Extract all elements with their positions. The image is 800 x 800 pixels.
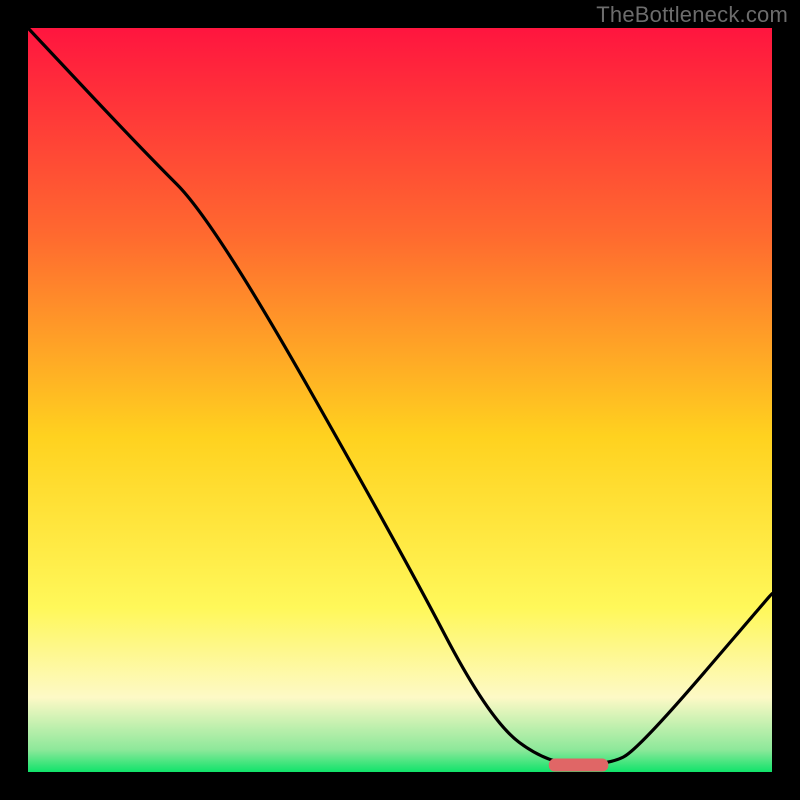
plot-area <box>28 28 772 772</box>
chart-frame: TheBottleneck.com <box>0 0 800 800</box>
gradient-background <box>28 28 772 772</box>
optimal-range-marker <box>549 759 609 772</box>
watermark-text: TheBottleneck.com <box>596 2 788 28</box>
chart-svg <box>28 28 772 772</box>
